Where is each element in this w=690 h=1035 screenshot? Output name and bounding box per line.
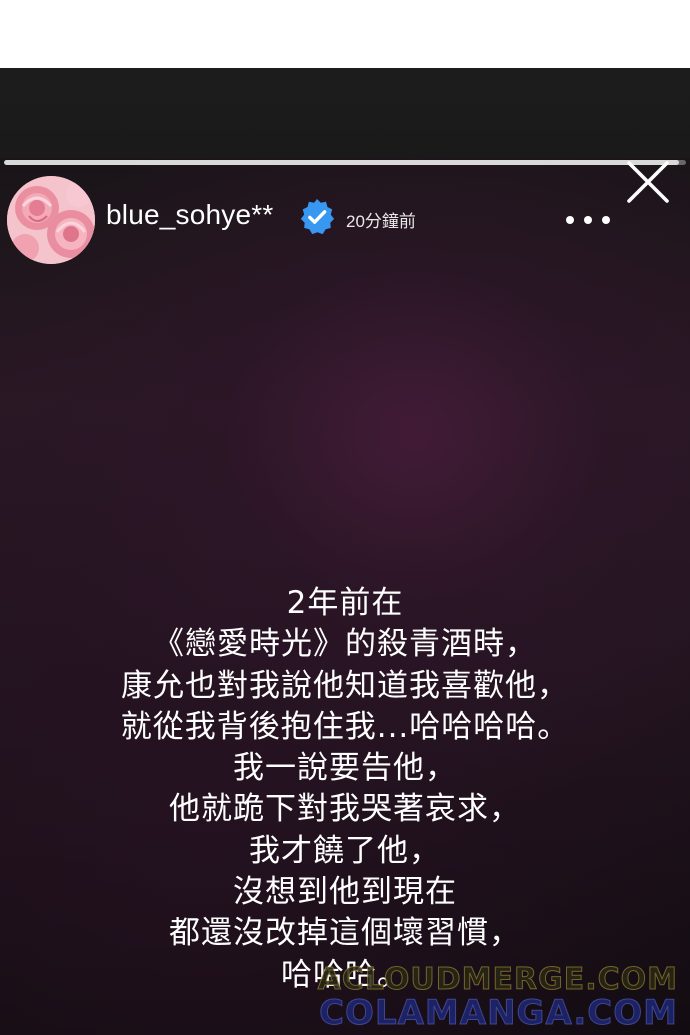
close-icon[interactable] — [624, 158, 672, 206]
story-text: 2年前在 《戀愛時光》的殺青酒時， 康允也對我說他知道我喜歡他， 就從我背後抱住… — [0, 583, 690, 996]
more-dots-icon — [584, 216, 592, 224]
story-text-line: 《戀愛時光》的殺青酒時， — [153, 626, 537, 663]
rose-avatar-icon — [7, 176, 95, 264]
story-text-line: 2年前在 — [286, 585, 404, 621]
more-options-button[interactable] — [566, 203, 610, 237]
top-blank-area — [0, 0, 690, 68]
story-text-line: 沒想到他到現在 — [233, 874, 457, 911]
story-progress-bar — [4, 160, 686, 165]
story-header: blue_sohye** 20分鐘前 — [0, 173, 690, 264]
avatar[interactable] — [7, 176, 95, 264]
watermark-colamanga: COLAMANGA.COM — [319, 993, 678, 1034]
post-timestamp: 20分鐘前 — [346, 212, 416, 231]
story-text-line: 我一說要告他， — [233, 750, 457, 787]
story-top-bar — [0, 68, 690, 158]
story-progress-fill — [4, 160, 680, 165]
watermark-acloudmerge: ACLOUDMERGE.COM — [317, 962, 678, 998]
verified-badge-icon — [300, 198, 335, 235]
story-text-line: 都還沒改掉這個壞習慣， — [169, 915, 521, 952]
story-text-line: 康允也對我說他知道我喜歡他， — [121, 667, 569, 704]
more-dots-icon — [602, 216, 610, 224]
story-text-line: 就從我背後抱住我...哈哈哈哈。 — [120, 708, 570, 745]
story-page: blue_sohye** 20分鐘前 2年前在 《戀愛時光》的殺青酒時， 康允也… — [0, 0, 690, 1035]
story-text-line: 他就跪下對我哭著哀求， — [169, 791, 521, 828]
story-text-line: 我才饒了他， — [249, 832, 441, 869]
username[interactable]: blue_sohye** — [106, 199, 273, 231]
more-dots-icon — [566, 216, 574, 224]
